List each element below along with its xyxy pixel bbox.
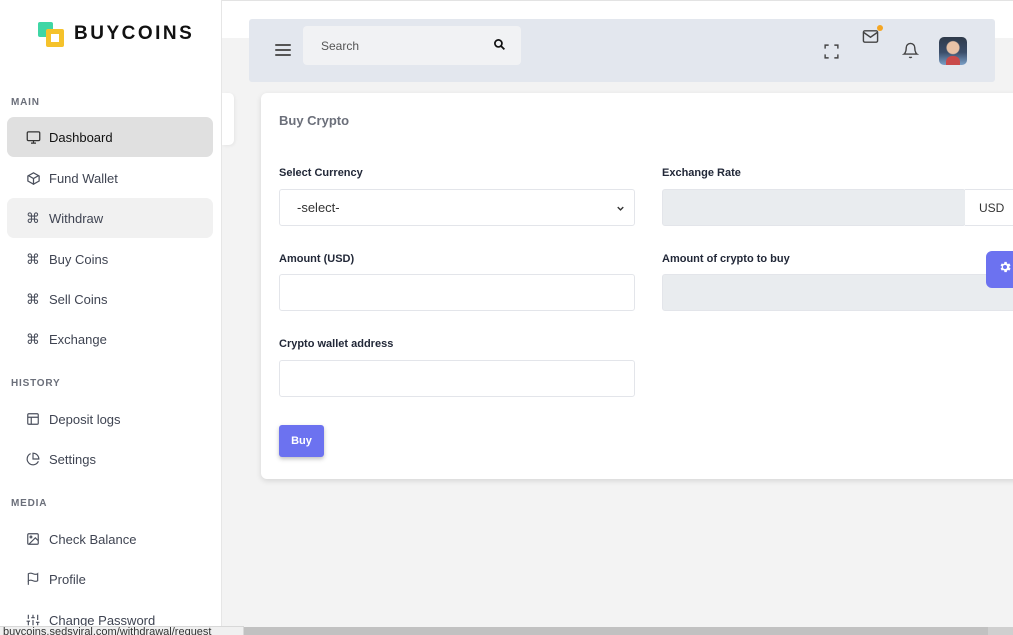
exchange-rate-field bbox=[662, 189, 966, 226]
exchange-rate-label: Exchange Rate bbox=[662, 167, 741, 179]
buy-crypto-card: Buy Crypto Select Currency -select- Exch… bbox=[261, 93, 1013, 479]
section-label-main: MAIN bbox=[11, 97, 40, 108]
sidebar-item-fund-wallet[interactable]: Fund Wallet bbox=[7, 158, 213, 198]
exchange-rate-unit: USD bbox=[965, 189, 1013, 226]
gear-icon bbox=[998, 260, 1012, 279]
sidebar-item-dashboard[interactable]: Dashboard bbox=[7, 117, 213, 157]
card-title: Buy Crypto bbox=[279, 113, 350, 128]
top-header bbox=[249, 19, 995, 82]
sidebar-item-check-balance[interactable]: Check Balance bbox=[7, 519, 213, 559]
fullscreen-icon[interactable] bbox=[821, 41, 841, 61]
command-icon: ⌘ bbox=[26, 330, 40, 347]
sidebar-item-label: Dashboard bbox=[49, 129, 113, 145]
sidebar-item-label: Profile bbox=[49, 571, 86, 587]
search-box bbox=[303, 26, 521, 65]
command-icon: ⌘ bbox=[26, 290, 40, 307]
sidebar-item-label: Deposit logs bbox=[49, 411, 121, 427]
chevron-down-icon bbox=[615, 202, 626, 217]
horizontal-scrollbar[interactable] bbox=[244, 627, 1013, 635]
status-bar-url: buycoins.sedsviral.com/withdrawal/reques… bbox=[0, 626, 244, 635]
scrollbar-thumb[interactable] bbox=[244, 627, 988, 635]
buy-button[interactable]: Buy bbox=[279, 425, 324, 457]
sidebar-item-withdraw[interactable]: ⌘ Withdraw bbox=[7, 198, 213, 238]
currency-select-value: -select- bbox=[297, 200, 340, 215]
sidebar-item-label: Settings bbox=[49, 451, 96, 467]
bell-icon[interactable] bbox=[900, 40, 920, 60]
pie-chart-icon bbox=[24, 450, 42, 468]
search-input[interactable] bbox=[303, 26, 483, 65]
brand-logo[interactable]: BUYCOINS bbox=[38, 20, 194, 48]
select-currency-label: Select Currency bbox=[279, 167, 363, 179]
crypto-amount-field bbox=[662, 274, 1013, 311]
search-icon[interactable] bbox=[493, 38, 507, 52]
logo-mark-icon bbox=[38, 20, 66, 48]
sidebar-item-label: Sell Coins bbox=[49, 291, 108, 307]
flag-icon bbox=[24, 570, 42, 588]
menu-toggle-icon[interactable] bbox=[275, 44, 291, 56]
mail-icon[interactable] bbox=[860, 25, 883, 46]
box-icon bbox=[24, 169, 42, 187]
monitor-icon bbox=[24, 128, 42, 146]
wallet-address-input[interactable] bbox=[279, 360, 635, 397]
sidebar-item-profile[interactable]: Profile bbox=[7, 559, 213, 599]
sidebar-item-label: Fund Wallet bbox=[49, 170, 118, 186]
sidebar-item-label: Withdraw bbox=[49, 210, 104, 226]
sidebar-item-exchange[interactable]: ⌘ Exchange bbox=[7, 319, 213, 359]
command-icon: ⌘ bbox=[26, 209, 40, 226]
sidebar-item-sell-coins[interactable]: ⌘ Sell Coins bbox=[7, 279, 213, 319]
sidebar-item-label: Exchange bbox=[49, 331, 107, 347]
settings-fab[interactable] bbox=[986, 251, 1013, 288]
sidebar-item-settings[interactable]: Settings bbox=[7, 439, 213, 479]
mail-notification-dot bbox=[877, 25, 883, 31]
currency-select[interactable]: -select- bbox=[279, 189, 635, 226]
section-label-media: MEDIA bbox=[11, 498, 48, 509]
brand-name: BUYCOINS bbox=[74, 23, 195, 44]
amount-usd-label: Amount (USD) bbox=[279, 253, 355, 265]
user-avatar[interactable] bbox=[939, 37, 967, 65]
crypto-amount-label: Amount of crypto to buy bbox=[662, 253, 790, 265]
sidebar: BUYCOINS MAIN Dashboard Fund Wallet ⌘ Wi… bbox=[0, 0, 222, 635]
sidebar-item-label: Check Balance bbox=[49, 531, 137, 547]
command-icon: ⌘ bbox=[26, 250, 40, 267]
wallet-address-label: Crypto wallet address bbox=[279, 338, 394, 350]
background-card-edge bbox=[222, 93, 234, 145]
sidebar-item-label: Buy Coins bbox=[49, 251, 109, 267]
sidebar-item-buy-coins[interactable]: ⌘ Buy Coins bbox=[7, 239, 213, 279]
image-icon bbox=[24, 530, 42, 548]
amount-usd-input[interactable] bbox=[279, 274, 635, 311]
sidebar-item-deposit-logs[interactable]: Deposit logs bbox=[7, 399, 213, 439]
section-label-history: HISTORY bbox=[11, 378, 61, 389]
layout-icon bbox=[24, 410, 42, 428]
